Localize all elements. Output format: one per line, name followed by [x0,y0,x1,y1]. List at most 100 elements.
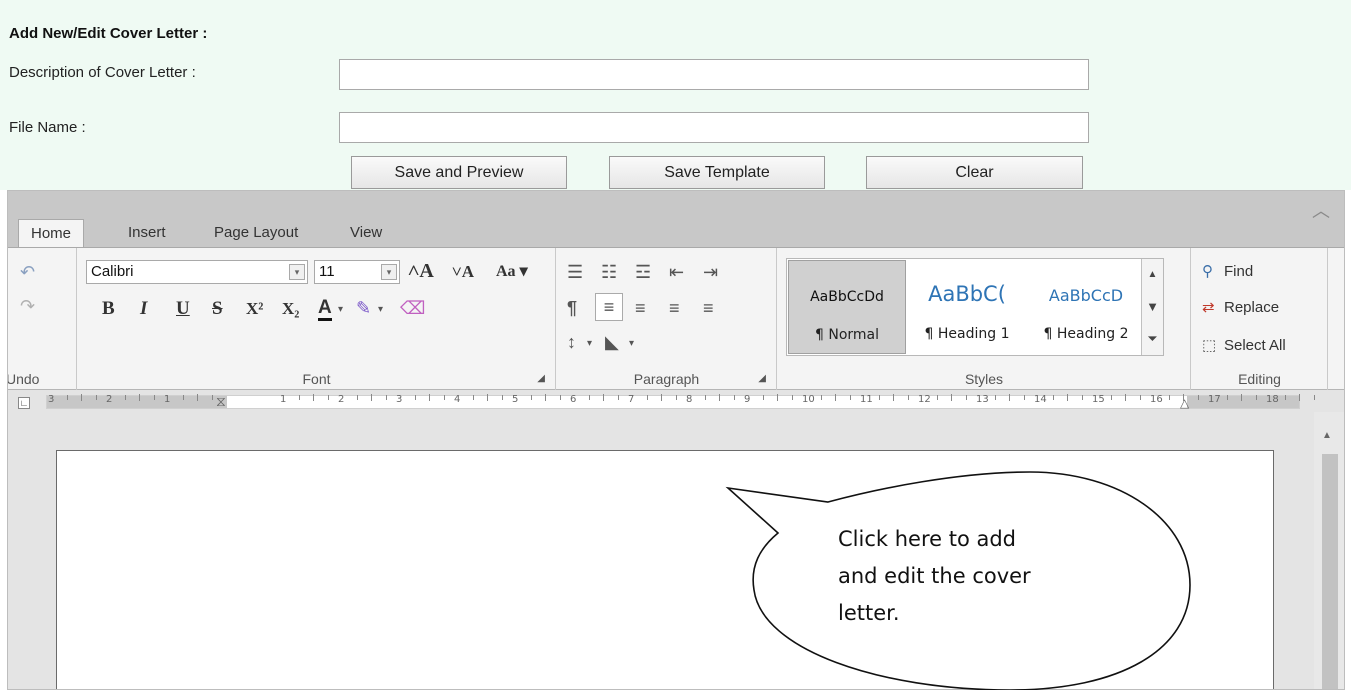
ruler-tick-label: 1 [280,394,287,405]
bullet-list-icon[interactable]: ☰ [567,262,583,282]
italic-button[interactable]: I [140,298,147,320]
chevron-down-icon[interactable]: ▾ [289,264,305,280]
ruler-tick-mark [704,395,706,400]
highlight-icon[interactable]: ✎ [356,298,371,318]
description-input[interactable] [339,59,1089,90]
ruler-tick-mark [893,394,894,401]
chevron-down-icon[interactable]: ▾ [381,264,397,280]
tab-page-layout[interactable]: Page Layout [202,219,310,246]
scroll-up-icon[interactable]: ▲ [1142,259,1163,291]
undo-icon[interactable]: ↶ [20,262,35,282]
right-indent-marker-icon[interactable]: △ [1180,393,1189,413]
tab-view[interactable]: View [338,219,394,246]
replace-icon: ⇄ [1202,299,1215,316]
indent-marker-icon[interactable]: ⧖ [216,391,226,411]
ruler-tick-label: 15 [1092,394,1105,405]
ribbon-home: ↶ ↷ Undo Calibri ▾ 11 ▾ ˄A ˅A Aa ▾ B I U… [8,247,1344,390]
ruler-tick-mark [1284,395,1286,400]
line-spacing-icon[interactable]: ↕ [567,332,576,352]
replace-button[interactable]: ⇄ Replace [1202,296,1279,320]
ruler-tick-mark [1226,395,1228,400]
multilevel-list-icon[interactable]: ☲ [635,262,651,282]
superscript-button[interactable]: X² [246,298,263,320]
align-left-icon[interactable]: ≡ [595,293,623,321]
clear-formatting-icon[interactable]: ⌫ [400,298,425,318]
ruler-tick-mark [124,395,126,400]
clear-button[interactable]: Clear [866,156,1083,189]
font-size-select[interactable]: 11 ▾ [314,260,400,284]
vertical-scrollbar[interactable]: ▲ [1314,412,1344,689]
chevron-down-icon[interactable]: ▾ [338,300,343,320]
form-title: Add New/Edit Cover Letter : [9,25,208,42]
ruler-tick-label: 16 [1150,394,1163,405]
filename-input[interactable] [339,112,1089,143]
underline-button[interactable]: U [176,298,190,320]
font-group: Calibri ▾ 11 ▾ ˄A ˅A Aa ▾ B I U S X² X₂ … [78,248,556,390]
cover-letter-form: Add New/Edit Cover Letter : Description … [0,0,1351,190]
ruler-tick-label: 9 [744,394,751,405]
document-page[interactable] [56,450,1274,689]
ruler-tick-mark [371,394,372,401]
dialog-launcher-icon[interactable]: ◢ [537,373,545,384]
chevron-down-icon[interactable]: ▾ [587,334,592,354]
font-name-select[interactable]: Calibri ▾ [86,260,308,284]
change-case-icon[interactable]: Aa ▾ [496,262,528,282]
ruler-tick-mark [791,395,793,400]
select-all-label: Select All [1224,337,1286,354]
ruler-tick-mark [646,395,648,400]
ruler-tick-label: 5 [512,394,519,405]
ruler-tick-mark [95,395,97,400]
strikethrough-button[interactable]: S [212,298,223,320]
style-name: ¶ Heading 2 [1043,326,1129,342]
pilcrow-icon[interactable]: ¶ [567,298,577,318]
justify-icon[interactable]: ≡ [703,298,714,318]
ruler-tick-label: 14 [1034,394,1047,405]
decrease-indent-icon[interactable]: ⇤ [669,262,684,282]
tab-insert[interactable]: Insert [116,219,178,246]
numbered-list-icon[interactable]: ☷ [601,262,617,282]
dialog-launcher-icon[interactable]: ◢ [758,373,766,384]
scroll-down-icon[interactable]: ▼ [1142,291,1163,323]
filename-label: File Name : [9,119,86,136]
paragraph-group-label: Paragraph [633,371,700,387]
ruler-tick-mark [66,395,68,400]
document-area: ▲ [8,412,1344,689]
find-button[interactable]: ⚲ Find [1202,260,1253,284]
style-name: ¶ Heading 1 [924,326,1010,342]
grow-font-icon[interactable]: ˄A [408,261,434,281]
chevron-down-icon[interactable]: ▾ [629,334,634,354]
style-normal[interactable]: AaBbCcDd ¶ Normal [788,260,906,354]
scrollbar-thumb[interactable] [1322,454,1338,689]
ruler-tick-mark [1125,394,1126,401]
ruler-tick-mark [762,395,764,400]
collapse-ribbon-icon[interactable]: ︿ [1312,197,1330,223]
scroll-up-icon[interactable]: ▲ [1322,430,1332,441]
tab-stop-selector[interactable]: ∟ [18,397,30,409]
callout-text: Click here to add and edit the cover let… [838,521,1078,632]
redo-icon[interactable]: ↷ [20,296,35,316]
ruler-tick-label: 13 [976,394,989,405]
shading-icon[interactable]: ◣ [605,332,619,352]
more-styles-icon[interactable]: ⏷ [1142,323,1163,355]
replace-label: Replace [1224,299,1280,316]
align-right-icon[interactable]: ≡ [669,298,680,318]
description-label: Description of Cover Letter : [9,64,196,81]
style-heading-1[interactable]: AaBbC( ¶ Heading 1 [908,260,1026,354]
shrink-font-icon[interactable]: ˅A [452,262,474,282]
align-center-icon[interactable]: ≡ [635,298,646,318]
chevron-down-icon[interactable]: ▾ [378,300,383,320]
font-color-button[interactable]: A [318,298,332,321]
subscript-button[interactable]: X₂ [282,298,299,320]
save-template-button[interactable]: Save Template [609,156,825,189]
save-and-preview-button[interactable]: Save and Preview [351,156,567,189]
style-heading-2[interactable]: AaBbCcD ¶ Heading 2 [1027,260,1145,354]
select-all-button[interactable]: ⬚ Select All [1202,334,1286,358]
increase-indent-icon[interactable]: ⇥ [703,262,718,282]
ruler-tick-mark [211,395,213,400]
horizontal-ruler[interactable]: ∟ 3 2 1 1 2 3 4 5 6 7 8 9 10 11 12 13 14 15 16 17 18 ⧖ △ [8,391,1344,411]
bold-button[interactable]: B [102,298,115,320]
tab-home[interactable]: Home [18,219,85,248]
ruler-tick-mark [153,395,155,400]
select-all-icon: ⬚ [1202,337,1217,354]
styles-gallery: AaBbCcDd ¶ Normal AaBbC( ¶ Heading 1 AaB… [786,258,1164,356]
